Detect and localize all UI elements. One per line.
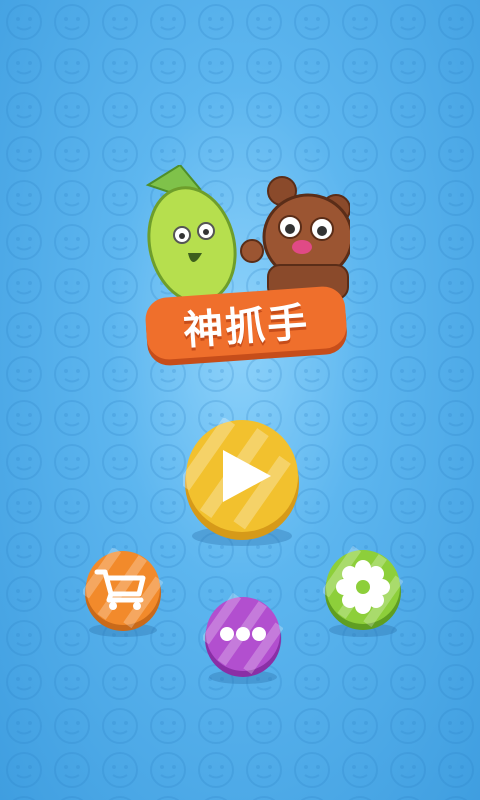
- settings-button[interactable]: [323, 546, 403, 638]
- main-menu-screen: 神抓手: [0, 0, 480, 800]
- more-dots-icon: [220, 627, 266, 641]
- more-button[interactable]: [203, 593, 283, 685]
- shop-button[interactable]: [83, 548, 163, 638]
- play-button[interactable]: [183, 418, 301, 548]
- bear-character: [240, 176, 350, 300]
- veggie-character: [145, 165, 237, 304]
- game-title: 神抓手: [181, 299, 311, 355]
